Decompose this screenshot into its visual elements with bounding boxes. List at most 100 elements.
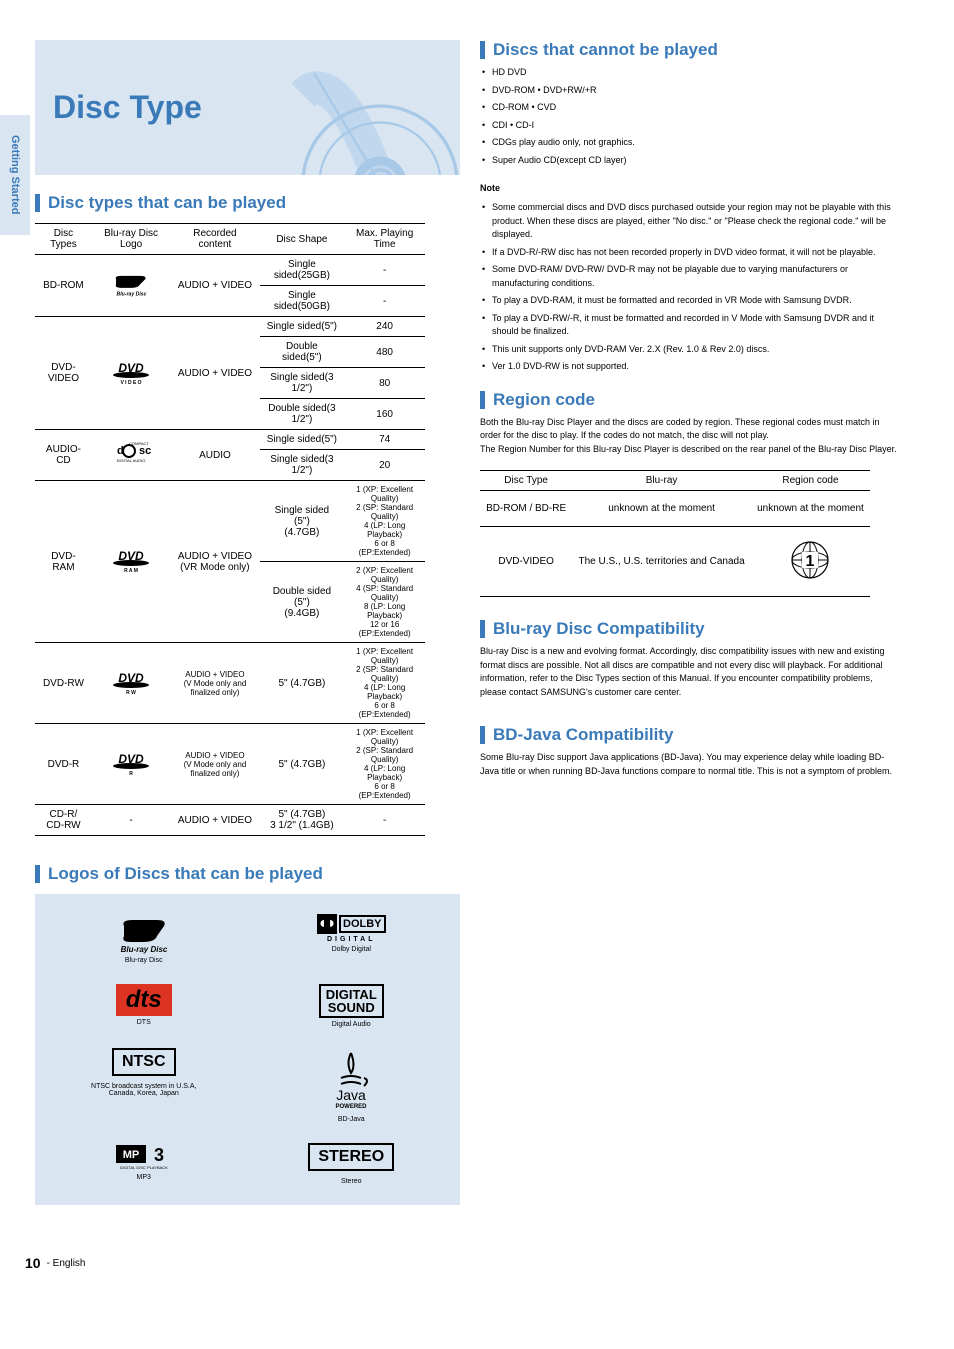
- cell-bd-content: AUDIO + VIDEO: [170, 255, 259, 317]
- cell-cd-time1: 74: [344, 430, 425, 450]
- cell-r-content: AUDIO + VIDEO (V Mode only and finalized…: [170, 724, 259, 805]
- list-item: CDI • CD-I: [480, 119, 900, 133]
- section-title-cannot: Discs that cannot be played: [480, 40, 900, 60]
- compact-disc-icon: d sc COMPACT DIGITAL AUDIO: [109, 440, 154, 468]
- svg-text:V I D E O: V I D E O: [120, 380, 141, 386]
- region-table: Disc Type Blu-ray Region code BD-ROM / B…: [480, 470, 870, 597]
- svg-text:Blu-ray Disc: Blu-ray Disc: [116, 292, 146, 298]
- dvd-video-icon: DVD V I D E O: [109, 358, 154, 386]
- rt-h3: Region code: [751, 471, 870, 491]
- svg-text:MP: MP: [123, 1149, 140, 1161]
- cell-rw-logo: DVD R W: [92, 643, 170, 724]
- cell-cd-type: AUDIO-CD: [35, 430, 92, 481]
- cell-bd-shape1: Single sided(25GB): [260, 255, 345, 286]
- cell-cd-logo: d sc COMPACT DIGITAL AUDIO: [92, 430, 170, 481]
- cell-dvd-shape4: Double sided(3 1/2"): [260, 399, 345, 430]
- cell-bd-time1: -: [344, 255, 425, 286]
- region-text: Both the Blu-ray Disc Player and the dis…: [480, 416, 900, 457]
- cell-bd-shape2: Single sided(50GB): [260, 286, 345, 317]
- logo-caption: NTSC broadcast system in U.S.A, Canada, …: [85, 1083, 204, 1097]
- svg-text:3: 3: [154, 1145, 164, 1165]
- cell-rw-content: AUDIO + VIDEO (V Mode only and finalized…: [170, 643, 259, 724]
- compat-text: Blu-ray Disc is a new and evolving forma…: [480, 645, 900, 699]
- java-icon: Java POWERED: [326, 1048, 376, 1113]
- section-title-compat: Blu-ray Disc Compatibility: [480, 619, 900, 639]
- cell-dvd-logo: DVD V I D E O: [92, 317, 170, 430]
- cell-rw-type: DVD-RW: [35, 643, 92, 724]
- dvd-ram-icon: DVD R A M: [109, 546, 154, 574]
- list-item: Some commercial discs and DVD discs purc…: [480, 201, 900, 242]
- list-item: This unit supports only DVD-RAM Ver. 2.X…: [480, 343, 900, 357]
- th-content: Recorded content: [170, 224, 259, 255]
- globe-region-icon: 1: [783, 539, 838, 581]
- cell-ram-content: AUDIO + VIDEO (VR Mode only): [170, 481, 259, 643]
- logo-dolby: ◖◗ DOLBY DIGITAL Dolby Digital: [292, 914, 411, 964]
- th-time: Max. Playing Time: [344, 224, 425, 255]
- page-title: Disc Type: [53, 89, 202, 126]
- logo-bluray: Blu-ray Disc Blu-ray Disc: [85, 914, 204, 964]
- rt-c2: unknown at the moment: [572, 491, 751, 527]
- cell-cd-time2: 20: [344, 450, 425, 481]
- th-logo: Blu-ray Disc Logo: [92, 224, 170, 255]
- disc-types-table: Disc Types Blu-ray Disc Logo Recorded co…: [35, 223, 425, 836]
- cell-bd-time2: -: [344, 286, 425, 317]
- cell-ram-logo: DVD R A M: [92, 481, 170, 643]
- logos-panel: Blu-ray Disc Blu-ray Disc ◖◗ DOLBY DIGIT…: [35, 894, 460, 1205]
- mp3-icon: MP 3 DIGITAL DISC PLAYBACK: [114, 1143, 174, 1171]
- ntsc-box: NTSC: [112, 1048, 176, 1076]
- cell-dvd-shape2: Double sided(5"): [260, 337, 345, 368]
- cell-ram-time2: 2 (XP: Excellent Quality) 4 (SP: Standar…: [344, 562, 425, 643]
- logo-caption: BD-Java: [338, 1116, 365, 1123]
- list-item: CDGs play audio only, not graphics.: [480, 136, 900, 150]
- rt-h2: Blu-ray: [572, 471, 751, 491]
- svg-text:Blu-ray Disc: Blu-ray Disc: [120, 945, 167, 954]
- section-title-playable: Disc types that can be played: [35, 193, 460, 213]
- region-code-number: 1: [806, 553, 815, 570]
- logo-caption: Blu-ray Disc: [125, 957, 163, 964]
- list-item: To play a DVD-RW/-R, it must be formatte…: [480, 312, 900, 339]
- svg-text:DIGITAL AUDIO: DIGITAL AUDIO: [116, 458, 145, 463]
- list-item: CD-ROM • CVD: [480, 101, 900, 115]
- cell-r-logo: DVD R: [92, 724, 170, 805]
- cell-dvd-time3: 80: [344, 368, 425, 399]
- cell-cdr-shape: 5" (4.7GB) 3 1/2" (1.4GB): [260, 805, 345, 836]
- logo-mp3: MP 3 DIGITAL DISC PLAYBACK MP3: [85, 1143, 204, 1185]
- rt-c1: BD-ROM / BD-RE: [480, 491, 572, 527]
- cell-cd-shape1: Single sided(5"): [260, 430, 345, 450]
- cell-dvd-time4: 160: [344, 399, 425, 430]
- cell-rw-time: 1 (XP: Excellent Quality) 2 (SP: Standar…: [344, 643, 425, 724]
- page-footer: 10 - English: [0, 1255, 954, 1311]
- page-number: 10: [25, 1255, 41, 1271]
- list-item: HD DVD: [480, 66, 900, 80]
- svg-text:sc: sc: [139, 445, 151, 457]
- section-title-region: Region code: [480, 390, 900, 410]
- list-item: To play a DVD-RAM, it must be formatted …: [480, 294, 900, 308]
- side-tab-label: Getting Started: [0, 115, 30, 235]
- cell-cdr-type: CD-R/ CD-RW: [35, 805, 92, 836]
- cell-bd-logo: Blu-ray Disc: [92, 255, 170, 317]
- list-item: Ver 1.0 DVD-RW is not supported.: [480, 360, 900, 374]
- rt-c6: 1: [751, 527, 870, 597]
- cell-cdr-content: AUDIO + VIDEO: [170, 805, 259, 836]
- dvd-rw-icon: DVD R W: [109, 668, 154, 696]
- cell-cdr-logo: -: [92, 805, 170, 836]
- cell-dvd-content: AUDIO + VIDEO: [170, 317, 259, 430]
- cell-rw-shape: 5" (4.7GB): [260, 643, 345, 724]
- svg-text:COMPACT: COMPACT: [129, 441, 149, 446]
- footer-label: - English: [47, 1258, 86, 1269]
- section-title-bdj: BD-Java Compatibility: [480, 725, 900, 745]
- logo-java: Java POWERED BD-Java: [292, 1048, 411, 1123]
- cell-r-time: 1 (XP: Excellent Quality) 2 (SP: Standar…: [344, 724, 425, 805]
- list-item: Super Audio CD(except CD layer): [480, 154, 900, 168]
- cell-cd-content: AUDIO: [170, 430, 259, 481]
- cell-dvd-time2: 480: [344, 337, 425, 368]
- logo-digital-sound: DIGITALSOUND Digital Audio: [292, 984, 411, 1028]
- th-disc-types: Disc Types: [35, 224, 92, 255]
- dvd-r-icon: DVD R: [109, 749, 154, 777]
- cannot-list: HD DVD DVD-ROM • DVD+RW/+R CD-ROM • CVD …: [480, 66, 900, 167]
- logo-caption: Dolby Digital: [332, 946, 371, 953]
- cell-ram-shape2: Double sided (5") (9.4GB): [260, 562, 345, 643]
- th-shape: Disc Shape: [260, 224, 345, 255]
- rt-c3: unknown at the moment: [751, 491, 870, 527]
- logo-caption: MP3: [137, 1174, 151, 1181]
